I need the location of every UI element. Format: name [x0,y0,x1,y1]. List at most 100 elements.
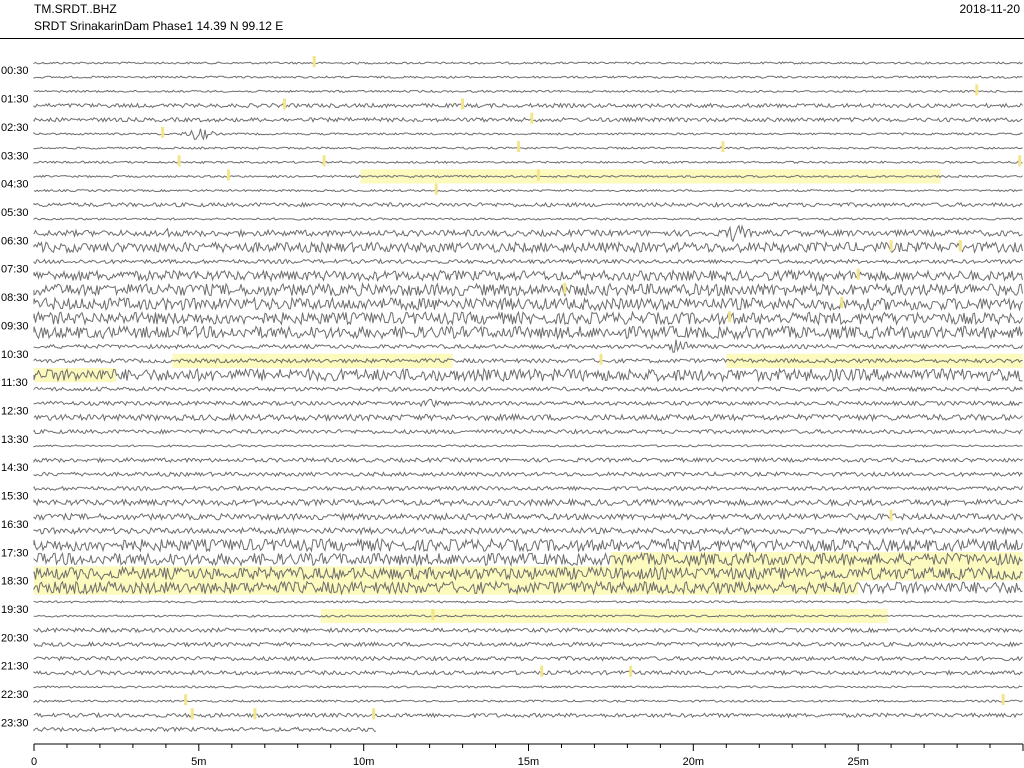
row-label-0930: 09:30 [1,320,29,332]
trace-row-12 [33,224,1023,243]
event-marker-25 [184,694,188,706]
event-marker-26 [1001,694,1005,706]
row-label-2230: 22:30 [1,689,29,701]
row-label-0430: 04:30 [1,179,29,191]
event-marker-11 [536,169,540,181]
event-marker-5 [161,126,165,138]
trace-row-33 [33,526,1023,536]
trace-row-2 [33,89,1023,94]
trace-row-31 [33,497,1023,508]
trace-row-34 [33,537,1023,553]
trace-row-24 [33,398,1023,408]
event-marker-17 [563,282,567,294]
event-marker-16 [856,268,860,280]
row-label-1430: 14:30 [1,462,29,474]
event-marker-2 [283,98,286,110]
trace-row-27 [33,444,1023,448]
event-marker-4 [530,112,534,124]
trace-row-6 [33,146,1023,150]
trace-row-30 [33,485,1023,492]
row-label-1130: 11:30 [1,377,28,389]
time-axis: 0 5m 10m 15m 20m 25m [31,743,1024,768]
row-label-0730: 07:30 [1,264,29,276]
row-time-labels: 00:30 01:30 02:30 03:30 04:30 05:30 06:30 07:30… [1,65,29,729]
helicorder-plot: 00:30 01:30 02:30 03:30 04:30 05:30 06:30 07:30… [1,56,1024,768]
event-marker-1 [975,84,979,96]
event-marker-24 [629,665,633,677]
trace-row-19 [33,324,1023,341]
event-marker-22 [431,609,435,620]
event-marker-14 [889,240,893,252]
event-marker-9 [322,155,326,167]
event-marker-29 [372,708,376,720]
row-label-0830: 08:30 [1,292,29,304]
event-marker-3 [461,98,465,110]
row-label-1030: 10:30 [1,349,29,361]
trace-row-17 [33,296,1023,312]
row-label-1930: 19:30 [1,604,29,616]
x-tick-label-20: 20m [683,756,704,768]
trace-row-15 [33,268,1023,283]
x-tick-label-5: 5m [191,756,206,768]
trace-row-25 [33,412,1023,423]
row-label-0130: 01:30 [1,94,29,106]
event-marker-0 [312,56,316,67]
trace-row-1 [33,75,1023,79]
trace-row-10 [33,201,1023,208]
row-label-1730: 17:30 [1,547,29,559]
row-label-1530: 15:30 [1,491,29,503]
event-marker-18 [840,297,844,309]
event-marker-7 [721,141,725,153]
x-tick-label-10: 10m [353,756,374,768]
row-label-0230: 02:30 [1,122,29,134]
row-label-1630: 16:30 [1,519,29,531]
trace-row-3 [33,102,1023,109]
trace-row-22 [33,367,1023,383]
event-highlight-7 [320,608,888,624]
trace-row-26 [33,428,1023,435]
x-tick-label-25: 25m [847,756,868,768]
trace-row-44 [33,685,1023,689]
trace-row-23 [33,386,1023,393]
row-label-2330: 23:30 [1,718,29,730]
trace-row-46 [33,711,1023,719]
trace-row-14 [33,258,1023,265]
row-label-2030: 20:30 [1,632,29,644]
x-tick-label-0: 0 [31,756,37,768]
row-label-1330: 13:30 [1,434,29,446]
trace-row-13 [33,240,1023,255]
trace-row-16 [33,282,1023,297]
event-marker-20 [599,353,603,365]
event-marker-28 [253,708,257,720]
x-tick-label-15: 15m [518,756,539,768]
trace-row-18 [33,310,1023,326]
row-label-0030: 00:30 [1,65,29,77]
event-marker-13 [434,183,438,195]
trace-row-0 [33,61,1023,65]
row-label-1230: 12:30 [1,406,29,418]
event-marker-8 [177,155,181,167]
trace-row-4 [33,116,1023,123]
trace-row-29 [33,471,1023,478]
trace-row-28 [33,456,1023,464]
trace-row-40 [33,626,1023,634]
event-marker-10 [1018,155,1022,167]
trace-row-11 [33,217,1023,221]
event-marker-15 [958,240,962,252]
trace-row-41 [33,641,1023,648]
event-marker-23 [540,665,544,677]
event-marker-27 [190,708,194,720]
row-label-0530: 05:30 [1,207,29,219]
event-marker-19 [728,311,732,323]
event-marker-12 [227,169,230,181]
trace-row-20 [33,339,1023,353]
event-marker-21 [889,509,893,521]
seismic-traces [33,61,1023,733]
row-label-0630: 06:30 [1,235,29,247]
trace-row-47 [33,726,376,733]
trace-row-9 [33,188,1023,193]
row-label-1830: 18:30 [1,576,29,588]
trace-row-7 [33,160,1023,165]
event-marker-6 [517,141,521,153]
trace-row-38 [33,600,1023,604]
